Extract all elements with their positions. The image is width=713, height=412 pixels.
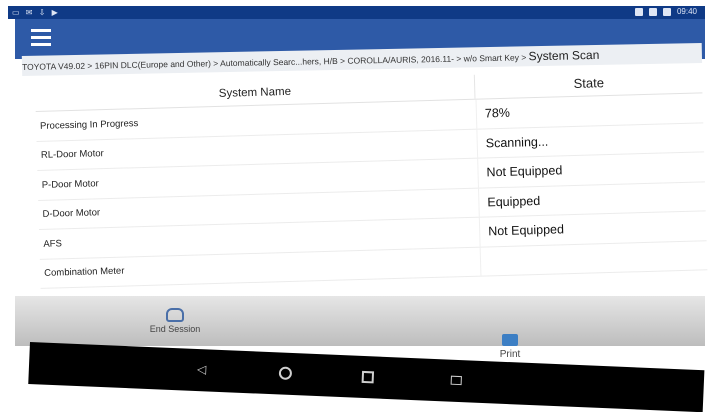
bluetooth-icon	[634, 7, 643, 16]
system-name-cell: Processing In Progress	[39, 117, 139, 132]
system-name-cell: AFS	[43, 238, 63, 250]
system-name-cell: P-Door Motor	[41, 178, 99, 191]
breadcrumb-path: TOYOTA V49.02 > 16PIN DLC(Europe and Oth…	[21, 52, 529, 72]
end-session-label: End Session	[149, 324, 201, 334]
wifi-icon	[648, 7, 657, 16]
car-icon	[166, 308, 184, 322]
battery-icon	[662, 7, 671, 16]
recent-apps-icon[interactable]	[361, 370, 375, 384]
end-session-button[interactable]: End Session	[135, 308, 215, 334]
print-label: Print	[499, 349, 521, 360]
breadcrumb-current: System Scan	[528, 47, 600, 64]
state-cell	[479, 240, 708, 276]
system-name-cell: D-Door Motor	[42, 207, 101, 221]
screenshot-icon[interactable]	[450, 375, 462, 386]
menu-icon[interactable]	[31, 29, 51, 46]
back-icon[interactable]: ◁	[197, 362, 207, 376]
system-name-cell: RL-Door Motor	[40, 148, 104, 162]
home-icon[interactable]	[278, 366, 293, 380]
status-time: 09:40	[676, 7, 697, 16]
android-nav-bar: ◁	[28, 342, 705, 412]
status-left-icons: ▭ ✉ ⇩ ▶	[12, 8, 60, 17]
printer-icon	[502, 334, 518, 346]
print-button[interactable]: Print	[480, 334, 540, 360]
footer-toolbar: End Session Print	[15, 296, 705, 360]
status-bar: ▭ ✉ ⇩ ▶ 09:40	[8, 6, 705, 19]
system-scan-table: System Name State Processing In Progress…	[35, 68, 708, 289]
system-name-cell: Combination Meter	[44, 265, 125, 280]
